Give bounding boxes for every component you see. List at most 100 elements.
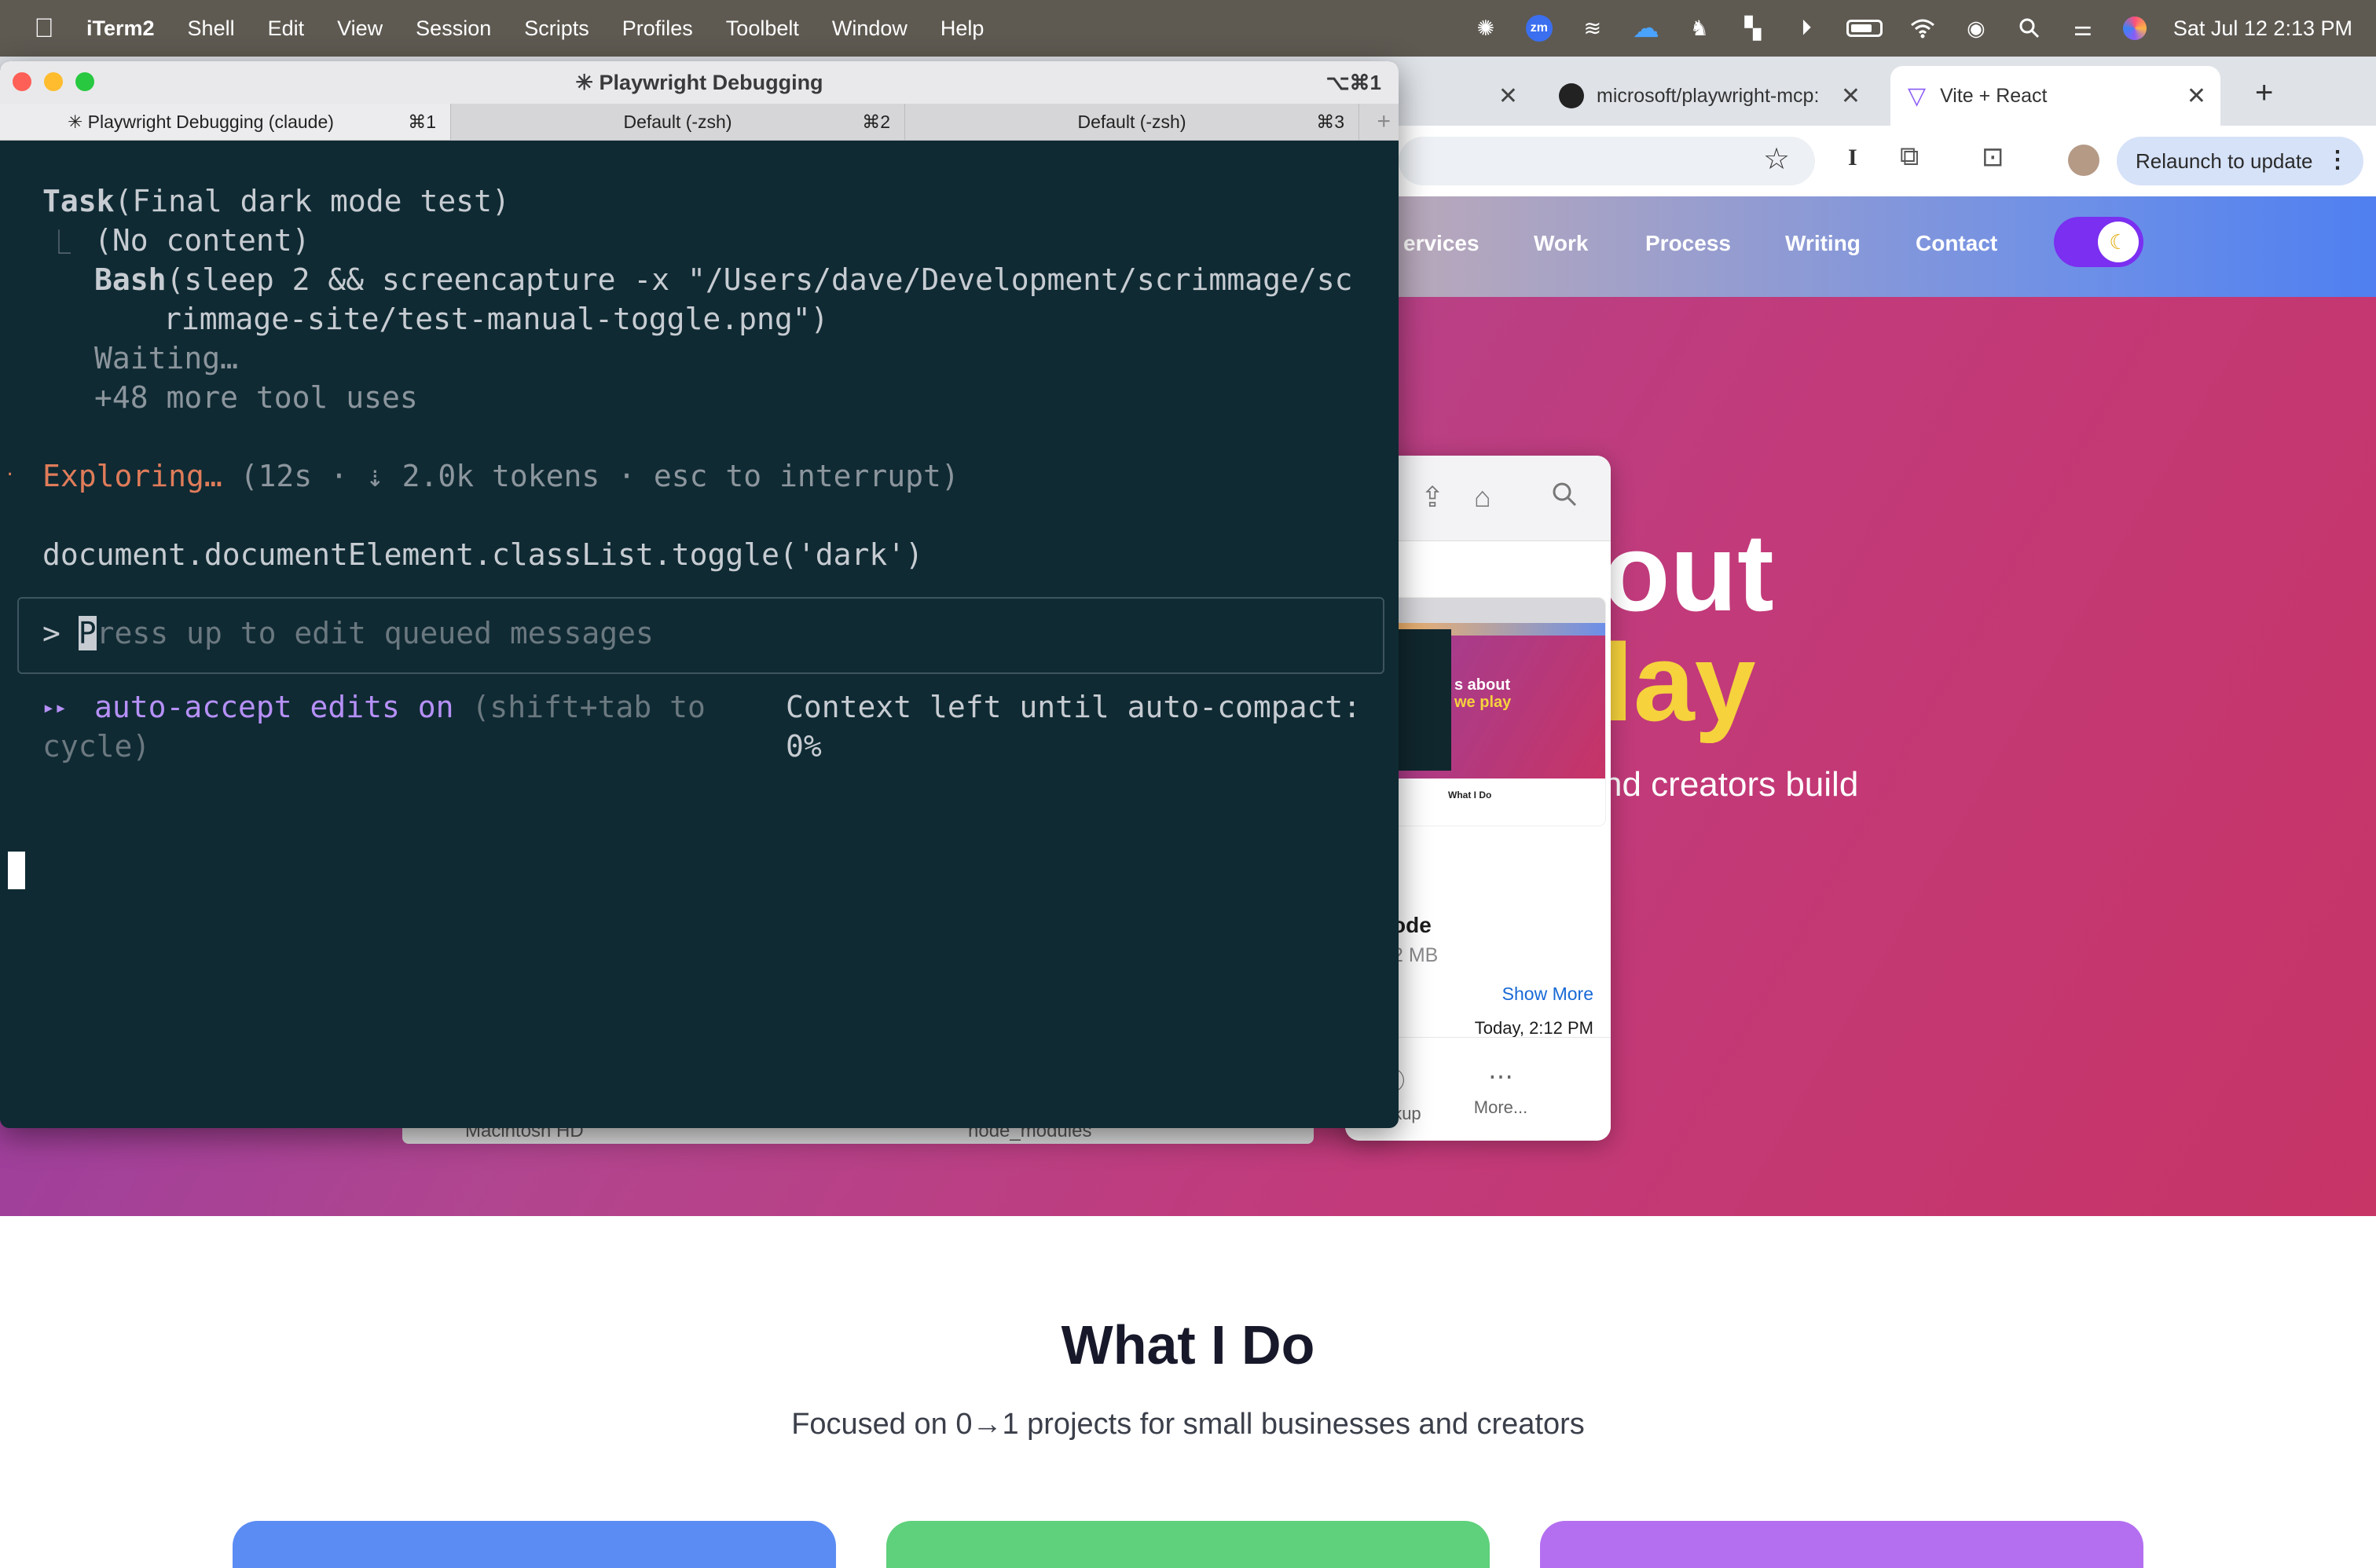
file-size: 2 MB <box>1392 944 1439 966</box>
extensions-puzzle-icon[interactable]: ⧉ <box>1900 141 1919 172</box>
exploring-label: Exploring… <box>42 459 222 493</box>
share-icon[interactable]: ⇪ <box>1421 481 1444 514</box>
menu-profiles[interactable]: Profiles <box>622 16 693 41</box>
butler-icon[interactable]: ♞ <box>1686 15 1713 42</box>
spotlight-search-icon[interactable] <box>2016 15 2043 42</box>
thumb-title-line2: we play <box>1454 694 1512 711</box>
service-card-2[interactable] <box>886 1521 1490 1568</box>
prompt-cursor: P <box>78 616 97 650</box>
menu-app-name[interactable]: iTerm2 <box>86 16 155 41</box>
queued-command: document.documentElement.classList.toggl… <box>42 537 924 572</box>
wifi-icon[interactable] <box>1909 15 1936 42</box>
tree-branch-icon: ⎿ <box>47 229 71 257</box>
hero-title-line1: out <box>1603 511 1774 634</box>
new-tab-icon[interactable]: + <box>1377 104 1391 140</box>
menu-scripts[interactable]: Scripts <box>524 16 589 41</box>
nav-work[interactable]: Work <box>1534 231 1589 256</box>
close-icon[interactable]: ✕ <box>1841 82 1861 110</box>
nav-services[interactable]: ervices <box>1403 231 1480 256</box>
window-layout-icon[interactable]: ▚ <box>1740 15 1766 42</box>
more-button[interactable]: ⋯ More... <box>1454 1061 1548 1118</box>
prompt-char: > <box>42 616 60 650</box>
macos-menu-bar:  iTerm2 Shell Edit View Session Scripts… <box>0 0 2376 57</box>
prompt-placeholder: ress up to edit queued messages <box>96 616 654 650</box>
nav-process[interactable]: Process <box>1645 231 1731 256</box>
thumb-title-line1: s about <box>1454 676 1511 694</box>
file-date: Today, 2:12 PM <box>1474 1018 1593 1038</box>
exploring-meta: (12s · ⇣ 2.0k tokens · esc to interrupt) <box>240 459 959 493</box>
auto-accept-hint: (shift+tab to <box>471 690 706 724</box>
browser-tab-label: Vite + React <box>1940 84 2048 107</box>
window-shortcut: ⌥⌘1 <box>1326 71 1381 94</box>
bookmark-star-icon[interactable]: ☆ <box>1763 141 1790 177</box>
browser-tab-vite[interactable]: ▽ Vite + React ✕ <box>1890 66 2220 126</box>
relaunch-to-update-button[interactable]: Relaunch to update ⋮ <box>2117 137 2363 185</box>
menu-help[interactable]: Help <box>940 16 984 41</box>
zoom-icon[interactable]: zm <box>1525 15 1553 42</box>
section-title: What I Do <box>1061 1314 1315 1376</box>
terminal-tab-bar: ✳ Playwright Debugging (claude) ⌘1 Defau… <box>0 104 1399 141</box>
auto-accept-label: auto-accept edits on <box>94 690 454 724</box>
menu-window[interactable]: Window <box>832 16 908 41</box>
terminal-tab-2[interactable]: Default (-zsh) ⌘2 <box>451 104 905 140</box>
dark-mode-toggle[interactable]: ☾ <box>2054 217 2143 267</box>
cloud-icon[interactable]: ☁ <box>1633 13 1659 43</box>
hero-subtitle: nd creators build <box>1603 765 1859 804</box>
profile-avatar[interactable] <box>2068 145 2099 176</box>
play-icon[interactable]: ⏵ <box>1793 15 1820 42</box>
menu-edit[interactable]: Edit <box>268 16 305 41</box>
task-tool-arg: (Final dark mode test) <box>114 184 510 218</box>
bash-tool-name: Bash <box>94 262 167 297</box>
terminal-titlebar: ✳ Playwright Debugging ⌥⌘1 <box>0 61 1399 104</box>
siri-icon[interactable] <box>2122 16 2147 40</box>
menu-clock[interactable]: Sat Jul 12 2:13 PM <box>2173 16 2352 41</box>
auto-accept-line: auto-accept edits on (shift+tab to <box>94 690 706 724</box>
search-icon[interactable] <box>1551 481 1578 515</box>
devtools-icon[interactable]: ⊡ <box>1982 141 2004 173</box>
user-icon[interactable]: ◉ <box>1963 15 1989 42</box>
stack-icon[interactable]: ≋ <box>1579 15 1606 42</box>
terminal-tab-shortcut: ⌘3 <box>1316 112 1344 132</box>
auto-accept-hint-cont: cycle) <box>42 729 151 764</box>
browser-tab-github[interactable]: microsoft/playwright-mcp: ✕ <box>1545 66 1875 126</box>
menu-session[interactable]: Session <box>416 16 491 41</box>
close-icon[interactable]: ✕ <box>2187 82 2206 110</box>
menu-shell[interactable]: Shell <box>188 16 235 41</box>
extension-i-icon[interactable]: I <box>1848 145 1857 171</box>
service-card-1[interactable] <box>233 1521 836 1568</box>
show-more-link[interactable]: Show More <box>1502 984 1593 1005</box>
service-card-3[interactable] <box>1540 1521 2143 1568</box>
close-icon[interactable]: ✕ <box>1498 82 1518 110</box>
terminal-tab-1[interactable]: ✳ Playwright Debugging (claude) ⌘1 <box>0 104 451 140</box>
sun-icon[interactable]: ✺ <box>1472 15 1499 42</box>
new-tab-icon[interactable]: + <box>2255 75 2273 111</box>
terminal-tab-shortcut: ⌘2 <box>862 112 890 132</box>
prompt-line[interactable]: > Press up to edit queued messages <box>42 616 654 650</box>
status-area: ✺ zm ≋ ☁ ♞ ▚ ⏵ ◉ ⚌ Sat Jul 12 2:13 PM <box>1472 0 2352 57</box>
terminal-tab-label: Default (-zsh) <box>623 112 732 132</box>
relaunch-label: Relaunch to update <box>2136 148 2313 173</box>
browser-tab-partial[interactable]: ✕ <box>1399 66 1532 126</box>
more-tool-uses: +48 more tool uses <box>94 380 418 415</box>
terminal-tab-label: ✳ Playwright Debugging (claude) <box>68 112 334 132</box>
terminal-tab-3[interactable]: Default (-zsh) ⌘3 <box>905 104 1359 140</box>
task-line: Task(Final dark mode test) <box>42 184 510 218</box>
tag-icon[interactable]: ⌂ <box>1474 481 1491 514</box>
menu-view[interactable]: View <box>337 16 383 41</box>
screenshot-thumbnail[interactable]: s about we play What I Do <box>1392 597 1606 826</box>
bash-line: Bash(sleep 2 && screencapture -x "/Users… <box>94 262 1352 297</box>
nav-contact[interactable]: Contact <box>1916 231 1997 256</box>
section-subtitle: Focused on 0→1 projects for small busine… <box>791 1408 1585 1441</box>
menu-toolbelt[interactable]: Toolbelt <box>726 16 799 41</box>
control-center-icon[interactable]: ⚌ <box>2070 15 2096 42</box>
kebab-menu-icon[interactable]: ⋮ <box>2326 146 2349 174</box>
battery-icon[interactable] <box>1846 20 1883 37</box>
moon-icon: ☾ <box>2098 222 2139 262</box>
apple-menu-icon[interactable]:  <box>31 13 57 43</box>
terminal-cursor <box>8 852 25 889</box>
context-left-value: 0% <box>786 729 822 764</box>
auto-accept-arrows-icon: ▸▸ <box>42 696 68 720</box>
waiting-text: Waiting… <box>94 341 239 376</box>
address-bar[interactable] <box>1399 137 1815 185</box>
nav-writing[interactable]: Writing <box>1785 231 1861 256</box>
